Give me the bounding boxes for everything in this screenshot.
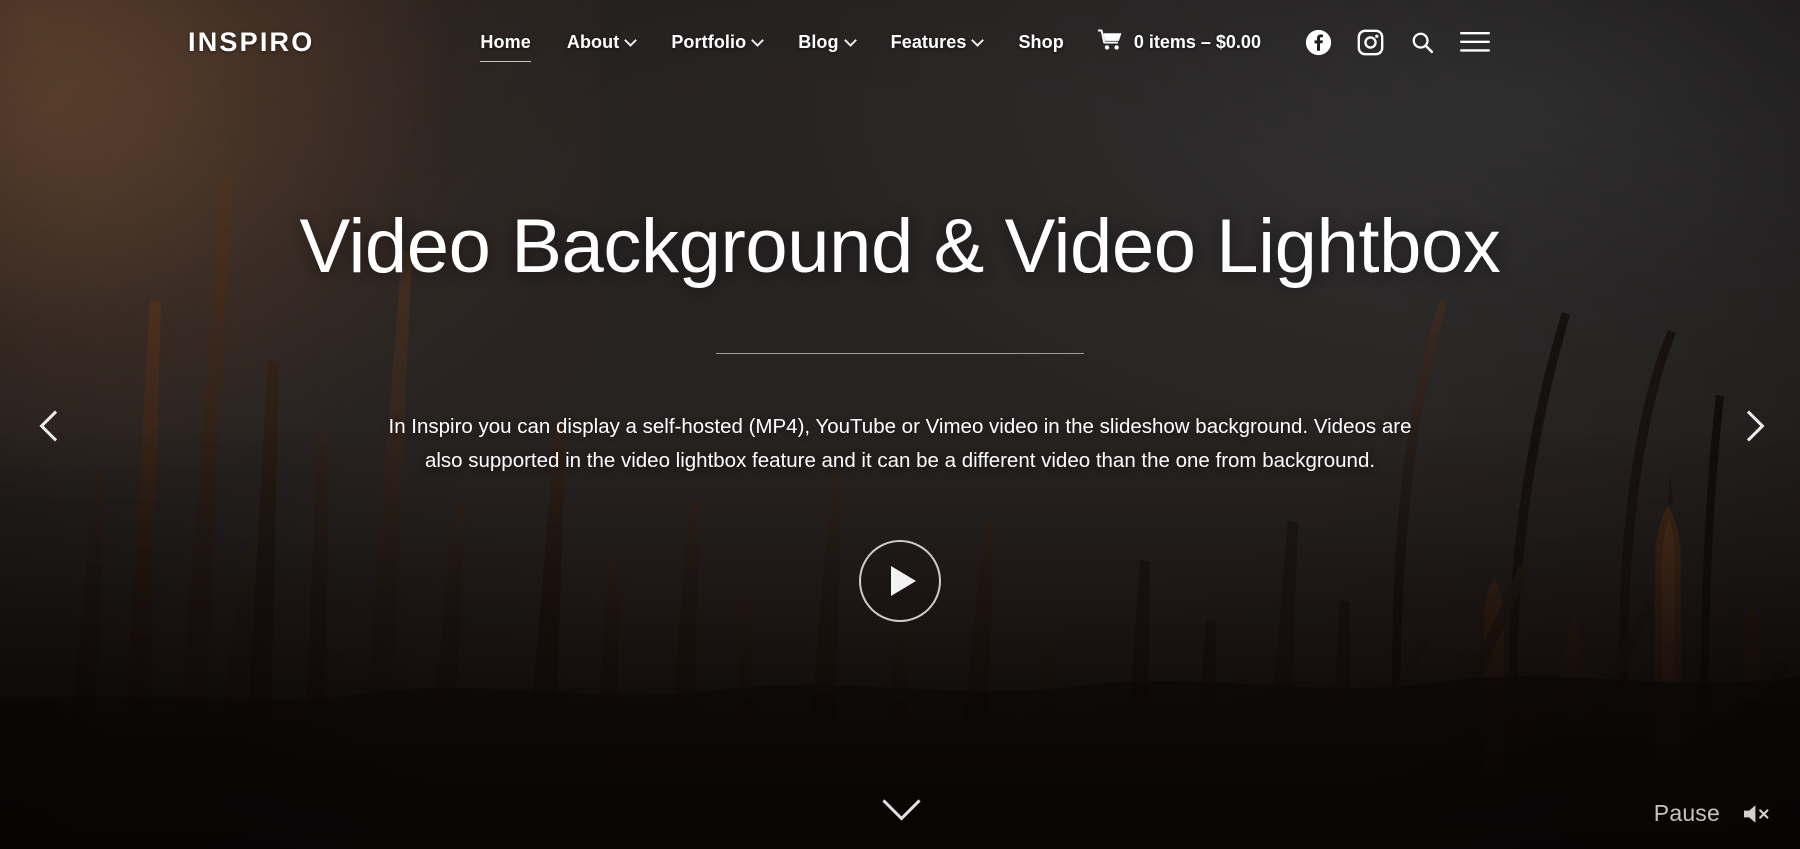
nav-item-features[interactable]: Features: [873, 21, 1001, 64]
facebook-icon[interactable]: [1293, 16, 1345, 68]
slide-description: In Inspiro you can display a self-hosted…: [388, 415, 1412, 473]
shopping-cart-icon: [1097, 29, 1123, 56]
site-logo[interactable]: INSPIRO: [188, 28, 314, 56]
nav-label: Shop: [1018, 31, 1064, 52]
media-controls: Pause: [1654, 800, 1772, 827]
chevron-right-icon: [1737, 412, 1763, 438]
chevron-down-icon: [753, 36, 762, 45]
hamburger-menu-icon[interactable]: [1449, 16, 1501, 68]
next-slide-arrow[interactable]: [1718, 393, 1782, 457]
title-divider: [716, 353, 1084, 355]
nav-label: Home: [480, 31, 531, 52]
site-header: INSPIRO Home About Portfolio Blog Featur…: [0, 0, 1800, 84]
nav-item-blog[interactable]: Blog: [780, 21, 872, 64]
play-button[interactable]: [859, 540, 941, 623]
mute-toggle-button[interactable]: [1742, 801, 1772, 827]
main-navigation: Home About Portfolio Blog Features Shop: [462, 18, 1273, 67]
pause-button[interactable]: Pause: [1654, 800, 1720, 827]
nav-item-home[interactable]: Home: [462, 21, 548, 64]
nav-label: About: [566, 31, 620, 52]
nav-item-shop[interactable]: Shop: [1000, 21, 1081, 64]
play-triangle-icon: [891, 566, 916, 597]
header-icons: [1293, 16, 1501, 68]
chevron-down-icon: [846, 36, 855, 45]
slide-title: Video Background & Video Lightbox: [299, 204, 1501, 289]
chevron-down-icon: [626, 36, 635, 45]
nav-label: Portfolio: [671, 31, 747, 52]
instagram-icon[interactable]: [1345, 16, 1397, 68]
chevron-down-large-icon: [880, 788, 920, 810]
previous-slide-arrow[interactable]: [18, 393, 82, 457]
scroll-down-arrow[interactable]: [871, 779, 929, 819]
muted-speaker-icon: [1744, 804, 1769, 823]
nav-item-portfolio[interactable]: Portfolio: [653, 21, 780, 64]
search-icon[interactable]: [1397, 16, 1449, 68]
chevron-left-icon: [37, 412, 63, 438]
cart-label: 0 items – $0.00: [1133, 31, 1261, 52]
nav-item-about[interactable]: About: [549, 21, 653, 64]
slideshow-stage: INSPIRO Home About Portfolio Blog Featur…: [0, 0, 1800, 849]
nav-label: Features: [890, 31, 967, 52]
nav-label: Blog: [798, 31, 839, 52]
chevron-down-icon: [973, 36, 982, 45]
cart-summary[interactable]: 0 items – $0.00: [1082, 18, 1273, 67]
